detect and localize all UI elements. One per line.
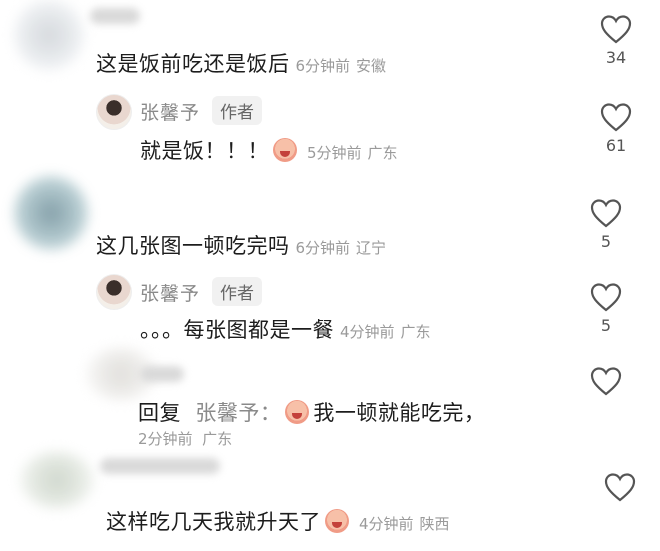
- comment-body: 这几张图一顿吃完吗: [96, 234, 290, 258]
- comment-body: 这样吃几天我就升天了: [106, 510, 321, 534]
- reply-label: 回复: [138, 401, 181, 425]
- author-tag: 作者: [212, 277, 262, 306]
- avatar[interactable]: [20, 452, 94, 508]
- laughing-face-emoji-icon: [325, 509, 349, 533]
- avatar[interactable]: [14, 176, 88, 250]
- username-blurred: [100, 458, 220, 474]
- like-count: 61: [605, 136, 627, 155]
- author-avatar[interactable]: [96, 274, 132, 310]
- heart-outline-icon: [590, 367, 622, 396]
- reply-time: 5分钟前: [307, 144, 362, 162]
- heart-outline-icon: [590, 199, 622, 228]
- avatar[interactable]: [14, 0, 84, 70]
- comment-time: 6分钟前: [295, 57, 351, 75]
- comment-location: 安徽: [356, 57, 387, 75]
- reply-time: 2分钟前: [138, 430, 193, 448]
- reply-time: 4分钟前: [340, 323, 395, 341]
- heart-outline-icon: [604, 473, 636, 502]
- laughing-face-emoji-icon: [273, 138, 297, 162]
- reply-body: 我一顿就能吃完，: [313, 401, 486, 425]
- like-count: 5: [600, 316, 612, 335]
- comment-time: 4分钟前: [359, 515, 414, 533]
- comment-location: 陕西: [419, 515, 450, 533]
- reply-to-name[interactable]: 张馨予：: [195, 401, 281, 425]
- comment-text: 这样吃几天我就升天了 4分钟前 陕西: [106, 506, 450, 536]
- reply-text: 回复 张馨予： 我一顿就能吃完，: [138, 397, 485, 427]
- username-blurred: [90, 8, 140, 24]
- like-count: 5: [600, 232, 612, 251]
- comment-location: 辽宁: [356, 239, 387, 257]
- like-button[interactable]: [586, 366, 626, 396]
- like-button[interactable]: 5: [586, 282, 626, 335]
- reply-meta: 2分钟前 广东: [138, 428, 232, 449]
- laughing-face-emoji-icon: [285, 400, 310, 424]
- like-count: 34: [605, 48, 627, 67]
- comment-body: 这是饭前吃还是饭后: [96, 52, 290, 76]
- reply-body: 。。。每张图都是一餐: [140, 318, 334, 342]
- author-tag: 作者: [212, 96, 262, 125]
- username-blurred: [140, 366, 184, 382]
- heart-outline-icon: [590, 283, 622, 312]
- reply-text: 。。。每张图都是一餐 4分钟前 广东: [140, 314, 431, 344]
- author-name[interactable]: 张馨予: [140, 279, 200, 306]
- reply-text: 就是饭！！！ 5分钟前 广东: [140, 135, 398, 165]
- reply-location: 广东: [202, 430, 233, 448]
- comment-text: 这是饭前吃还是饭后 6分钟前 安徽: [96, 48, 386, 78]
- comment-time: 6分钟前: [295, 239, 351, 257]
- like-button[interactable]: 5: [586, 198, 626, 251]
- reply-location: 广东: [400, 323, 431, 341]
- reply-body: 就是饭！！！: [140, 139, 269, 163]
- comment-text: 这几张图一顿吃完吗 6分钟前 辽宁: [96, 230, 386, 260]
- heart-outline-icon: [600, 103, 632, 132]
- like-button[interactable]: [600, 472, 640, 502]
- author-name[interactable]: 张馨予: [140, 98, 200, 125]
- heart-outline-icon: [600, 15, 632, 44]
- author-avatar[interactable]: [96, 94, 132, 130]
- like-button[interactable]: 61: [596, 102, 636, 155]
- reply-location: 广东: [367, 144, 398, 162]
- like-button[interactable]: 34: [596, 14, 636, 67]
